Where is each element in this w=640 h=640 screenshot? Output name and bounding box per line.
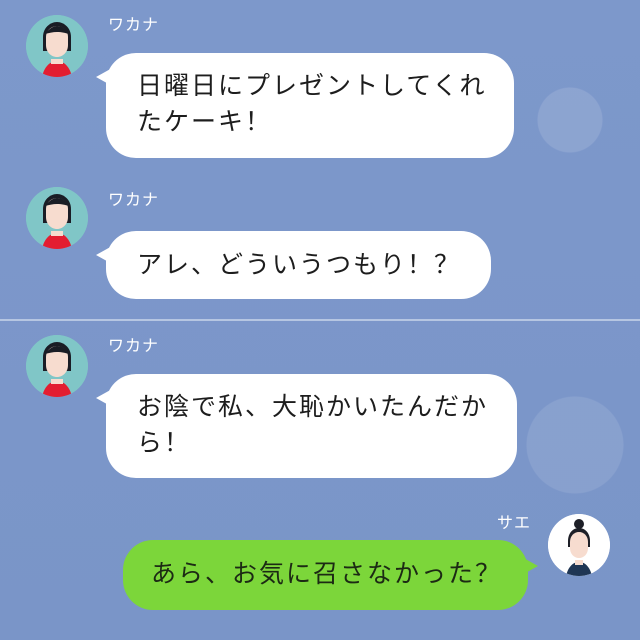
woman-avatar-icon	[26, 335, 88, 397]
sender-name-3: ワカナ	[108, 336, 160, 355]
message-bubble-3: お陰で私、大恥かいたんだか ら！	[96, 374, 517, 478]
sender-name-1: ワカナ	[108, 15, 160, 34]
sender-name-2: ワカナ	[108, 190, 160, 209]
message-row-1: ワカナ 日曜日にプレゼントしてくれ たケーキ！	[0, 0, 640, 170]
message-text-2: アレ、どういうつもり！？	[137, 250, 462, 279]
message-row-4: サエ あら、お気に召さなかった？	[0, 500, 640, 630]
wakana-avatar-3[interactable]	[26, 335, 88, 397]
message-row-3: ワカナ お陰で私、大恥かいたんだか ら！	[0, 322, 640, 492]
wakana-avatar-2[interactable]	[26, 187, 88, 249]
panel-divider	[0, 319, 640, 321]
message-bubble-4: あら、お気に召さなかった？	[123, 540, 538, 610]
woman-avatar-icon	[26, 187, 88, 249]
message-row-2: ワカナ アレ、どういうつもり！？	[0, 170, 640, 310]
message-text-4: あら、お気に召さなかった？	[151, 559, 503, 588]
chat-area: ワカナ 日曜日にプレゼントしてくれ たケーキ！ ワカナ アレ、どういうつもり！？	[0, 0, 640, 640]
message-text-1: 日曜日にプレゼントしてくれ たケーキ！	[137, 71, 487, 136]
woman-avatar-icon	[26, 15, 88, 77]
message-bubble-2: アレ、どういうつもり！？	[96, 231, 491, 299]
sae-avatar[interactable]	[548, 514, 610, 576]
wakana-avatar-1[interactable]	[26, 15, 88, 77]
woman-avatar-bun-icon	[548, 514, 610, 576]
sender-name-4: サエ	[497, 513, 532, 532]
message-text-3: お陰で私、大恥かいたんだか ら！	[137, 392, 489, 457]
message-bubble-1: 日曜日にプレゼントしてくれ たケーキ！	[96, 53, 514, 158]
